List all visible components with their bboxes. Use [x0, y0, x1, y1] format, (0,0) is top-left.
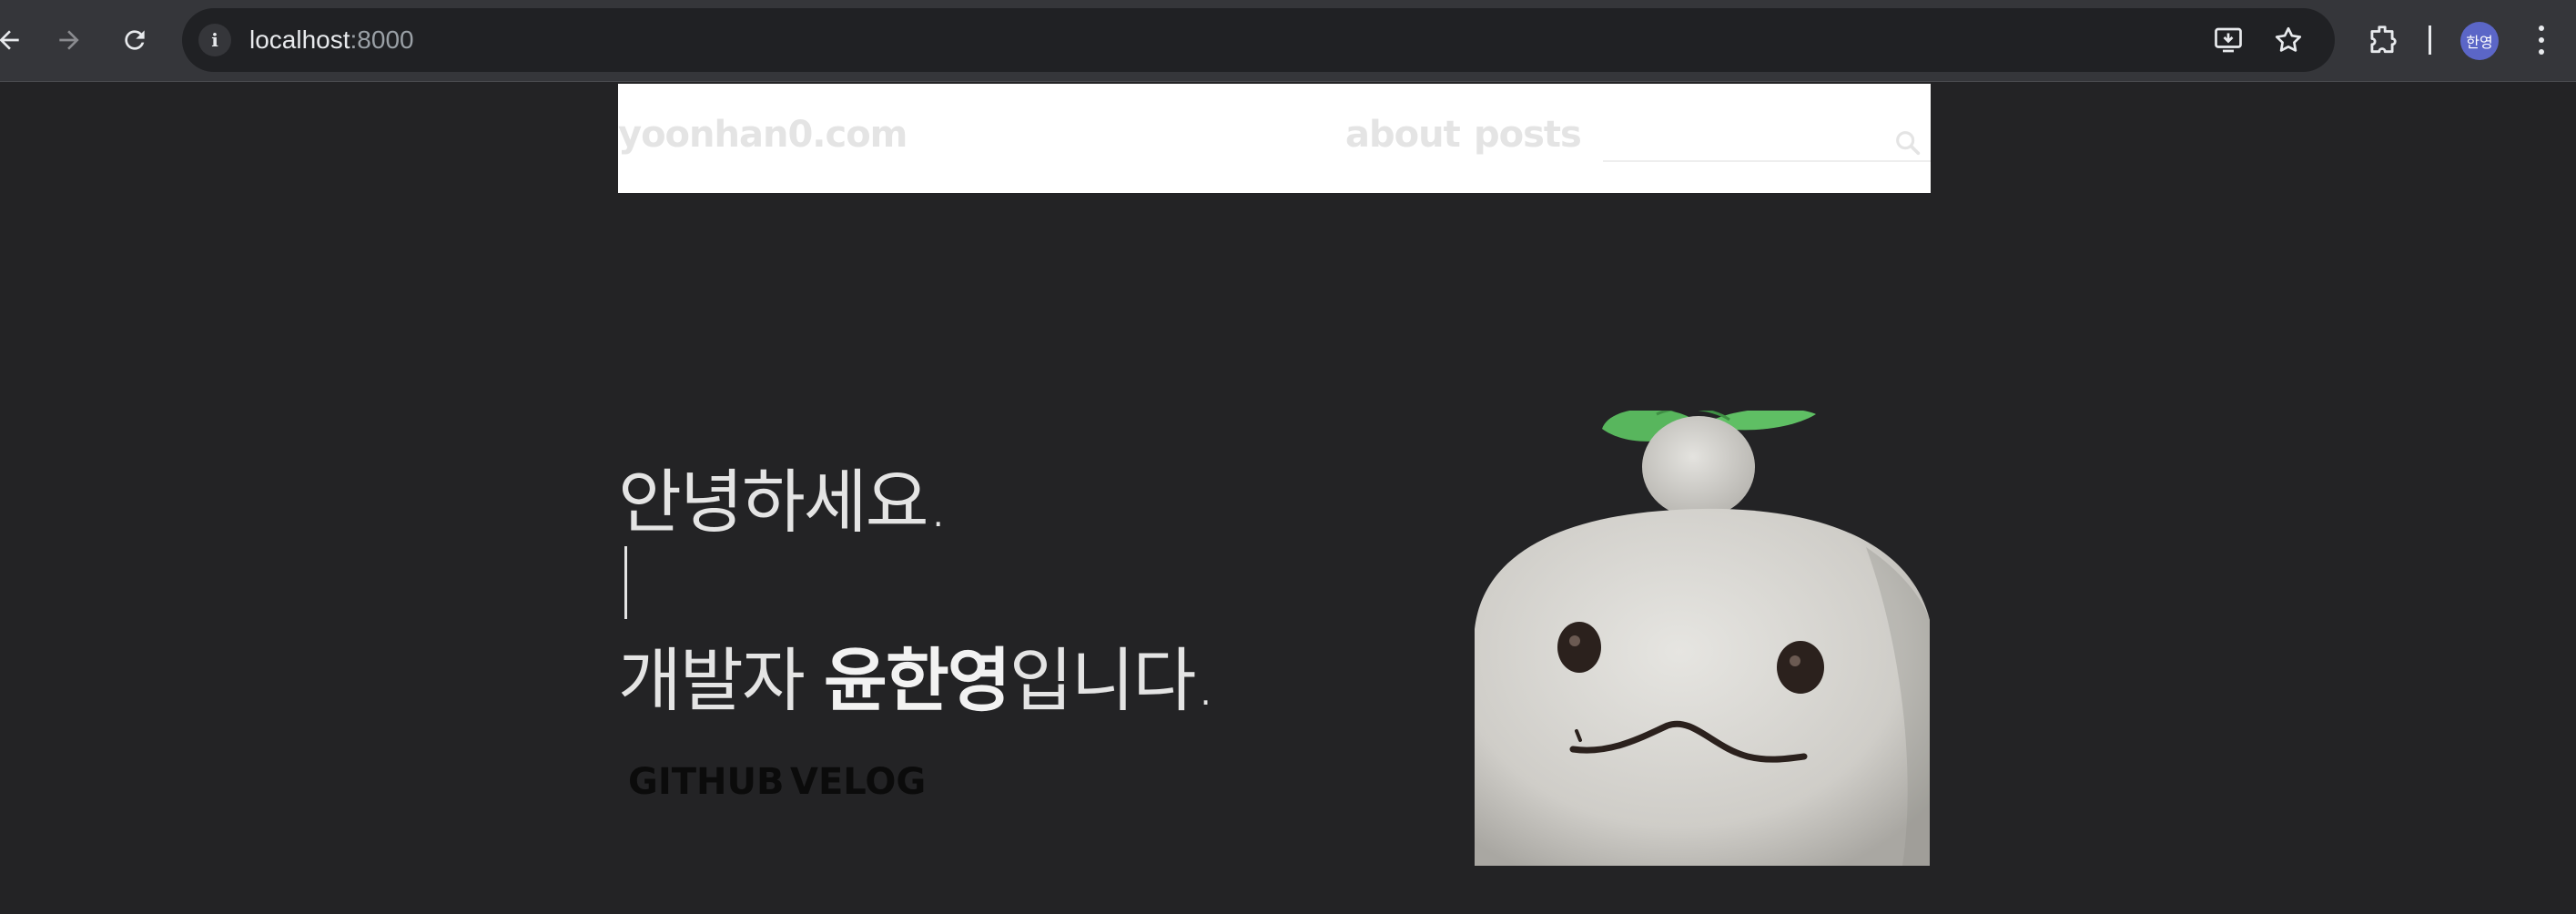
search-icon[interactable]: [1892, 127, 1923, 158]
plush-body: [1475, 508, 1930, 866]
plush-eye-left: [1557, 622, 1601, 673]
star-icon[interactable]: [2272, 24, 2305, 56]
url-text[interactable]: localhost:8000: [249, 25, 414, 55]
intro-suffix: 입니다.: [1009, 640, 1217, 721]
profile-image: [1475, 411, 1930, 866]
profile-avatar[interactable]: 한영: [2460, 22, 2499, 60]
toolbar-divider: [2429, 25, 2431, 55]
search-input[interactable]: [1603, 118, 1885, 158]
address-bar[interactable]: i localhost:8000: [182, 8, 2335, 72]
forward-icon: [59, 30, 79, 50]
reload-icon: [125, 30, 145, 50]
url-host: localhost: [249, 25, 350, 54]
typing-cursor: [624, 546, 627, 619]
info-icon[interactable]: i: [198, 24, 231, 56]
github-link[interactable]: GITHUB: [628, 761, 784, 803]
back-icon: [0, 30, 19, 50]
forward-button[interactable]: [47, 18, 91, 62]
install-icon[interactable]: [2212, 24, 2245, 56]
search-box: [1603, 118, 1931, 162]
browser-toolbar: i localhost:8000 한영: [0, 0, 2576, 82]
plush-radish-illustration: [1475, 411, 1930, 866]
intro-text: 개발자 윤한영입니다.: [618, 625, 1217, 725]
more-icon[interactable]: [2530, 20, 2552, 60]
site-header: yoonhan0.com about posts: [618, 84, 1931, 193]
plush-knob: [1642, 416, 1755, 518]
back-button[interactable]: [0, 18, 31, 62]
intro-prefix: 개발자: [618, 640, 824, 721]
extensions-icon[interactable]: [2362, 20, 2402, 60]
greeting-text: 안녕하세요.: [618, 462, 949, 543]
reload-button[interactable]: [113, 18, 157, 62]
site-brand[interactable]: yoonhan0.com: [618, 114, 908, 156]
velog-link[interactable]: VELOG: [790, 761, 926, 803]
nav-posts[interactable]: posts: [1474, 114, 1582, 156]
plush-eye-right: [1777, 641, 1824, 694]
url-port: :8000: [350, 25, 414, 54]
intro-name: 윤한영: [823, 640, 1011, 721]
nav-about[interactable]: about: [1345, 114, 1461, 156]
